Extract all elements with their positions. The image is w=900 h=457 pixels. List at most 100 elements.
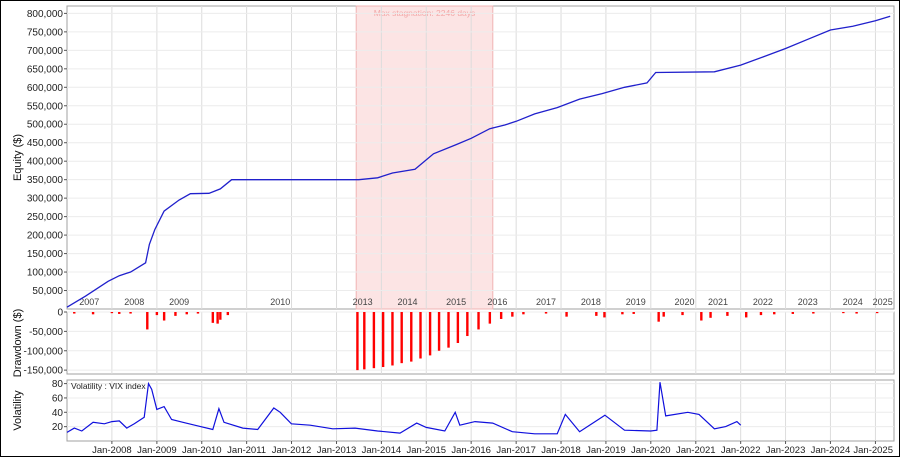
panel-frame <box>66 379 895 442</box>
drawdown-bar <box>211 312 215 323</box>
y-tick-label: 300,000 <box>27 194 64 205</box>
year-label: 2019 <box>626 297 646 307</box>
y-tick-label: 50,000 <box>32 286 63 297</box>
drawdown-bar <box>174 312 177 316</box>
y-tick-label: -150,000 <box>24 366 64 377</box>
drawdown-bar <box>700 312 703 321</box>
date-axis: Jan-2008 Jan-2009 Jan-2010 Jan-2011 Jan-2012… <box>92 441 893 456</box>
drawdown-bar <box>400 312 403 364</box>
x-tick-label: Jan-2020 <box>631 445 671 456</box>
y-tick-label: 650,000 <box>27 64 64 75</box>
x-tick-label: Jan-2023 <box>766 445 806 456</box>
drawdown-bar <box>129 312 132 314</box>
drawdown-bar <box>91 312 95 315</box>
drawdown-bar <box>110 312 114 314</box>
x-tick-label: Jan-2008 <box>92 445 132 456</box>
drawdown-bar <box>73 312 76 314</box>
year-label: 2017 <box>536 297 556 307</box>
drawdown-bar <box>118 312 121 314</box>
drawdown-bar <box>488 312 492 324</box>
drawdown-bar <box>216 312 219 324</box>
drawdown-bar <box>511 312 514 317</box>
drawdown-bar <box>544 312 548 314</box>
drawdown-bar <box>356 312 359 371</box>
x-tick-label: Jan-2022 <box>721 445 761 456</box>
y-tick-label: 100,000 <box>27 268 64 279</box>
drawdown-bar <box>226 312 230 316</box>
x-tick-label: Jan-2015 <box>406 445 446 456</box>
x-tick-label: Jan-2014 <box>362 445 402 456</box>
year-label: 2016 <box>487 297 507 307</box>
year-label: 2025 <box>873 297 893 307</box>
drawdown-bar <box>372 312 376 369</box>
y-tick-label: -100,000 <box>24 346 64 357</box>
year-label: 2021 <box>708 297 728 307</box>
y-tick-label: 40 <box>52 408 64 419</box>
drawdown-bar <box>791 312 795 314</box>
drawdown-bar <box>522 312 525 315</box>
drawdown-bar <box>155 312 159 316</box>
y-tick-label: 500,000 <box>27 120 64 131</box>
panel-frame <box>66 311 895 375</box>
drawdown-bar <box>595 312 598 316</box>
year-label: 2024 <box>843 297 863 307</box>
drawdown-bar <box>381 312 385 368</box>
year-label: 2015 <box>446 297 466 307</box>
y-tick-label: 350,000 <box>27 175 64 186</box>
drawdown-bar <box>657 312 660 322</box>
drawdown-bar <box>812 312 815 314</box>
drawdown-bar <box>855 312 858 314</box>
x-tick-label: Jan-2024 <box>811 445 851 456</box>
x-tick-label: Jan-2013 <box>317 445 357 456</box>
y-tick-label: 80 <box>52 379 64 390</box>
drawdown-bar <box>603 312 606 318</box>
x-tick-label: Jan-2021 <box>676 445 716 456</box>
drawdown-bar <box>466 312 469 337</box>
drawdown-bar <box>391 312 394 366</box>
volatility-axis-label: Volatility <box>12 390 24 431</box>
x-tick-label: Jan-2019 <box>586 445 626 456</box>
y-tick-label: 0 <box>57 308 63 319</box>
year-label: 2022 <box>753 297 773 307</box>
drawdown-bar <box>219 312 222 320</box>
drawdown-bar <box>477 312 480 330</box>
drawdown-bar <box>681 312 684 316</box>
drawdown-bar <box>726 312 729 316</box>
drawdown-bar <box>437 312 441 351</box>
y-tick-label: 800,000 <box>27 9 64 20</box>
y-tick-label: 700,000 <box>27 46 64 57</box>
y-tick-label: 400,000 <box>27 157 64 168</box>
drawdown-bar <box>565 312 568 317</box>
drawdown-bar <box>185 312 188 315</box>
y-tick-label: 60 <box>52 393 64 404</box>
drawdown-bar <box>162 312 166 321</box>
drawdown-bar <box>632 312 635 314</box>
drawdown-bar <box>363 312 366 370</box>
equity-panel: Max stagnation: 2246 days50,000100,00015… <box>12 5 895 310</box>
equity-axis-label: Equity ($) <box>12 134 24 181</box>
volatility-panel: 20 40 60 80 Volatility : VIX index Volatility <box>12 379 895 442</box>
y-tick-label: 450,000 <box>27 138 64 149</box>
drawdown-bar <box>745 312 748 318</box>
y-tick-label: 550,000 <box>27 101 64 112</box>
x-tick-label: Jan-2025 <box>853 445 893 456</box>
year-label: 2020 <box>674 297 694 307</box>
y-tick-label: 600,000 <box>27 83 64 94</box>
year-label: 2018 <box>581 297 601 307</box>
drawdown-bar <box>842 312 845 314</box>
x-tick-label: Jan-2017 <box>496 445 536 456</box>
drawdown-bar <box>875 312 879 314</box>
drawdown-bar <box>621 312 624 315</box>
year-label: 2013 <box>353 297 373 307</box>
y-tick-label: 750,000 <box>27 27 64 38</box>
x-tick-label: Jan-2016 <box>451 445 491 456</box>
drawdown-bar <box>196 312 200 314</box>
x-tick-label: Jan-2010 <box>182 445 222 456</box>
y-tick-label: 200,000 <box>27 231 64 242</box>
drawdown-bar <box>773 312 776 315</box>
y-tick-label: 150,000 <box>27 249 64 260</box>
drawdown-bar <box>709 312 712 318</box>
year-label: 2008 <box>124 297 144 307</box>
drawdown-bar <box>456 312 460 343</box>
y-tick-label: 250,000 <box>27 212 64 223</box>
